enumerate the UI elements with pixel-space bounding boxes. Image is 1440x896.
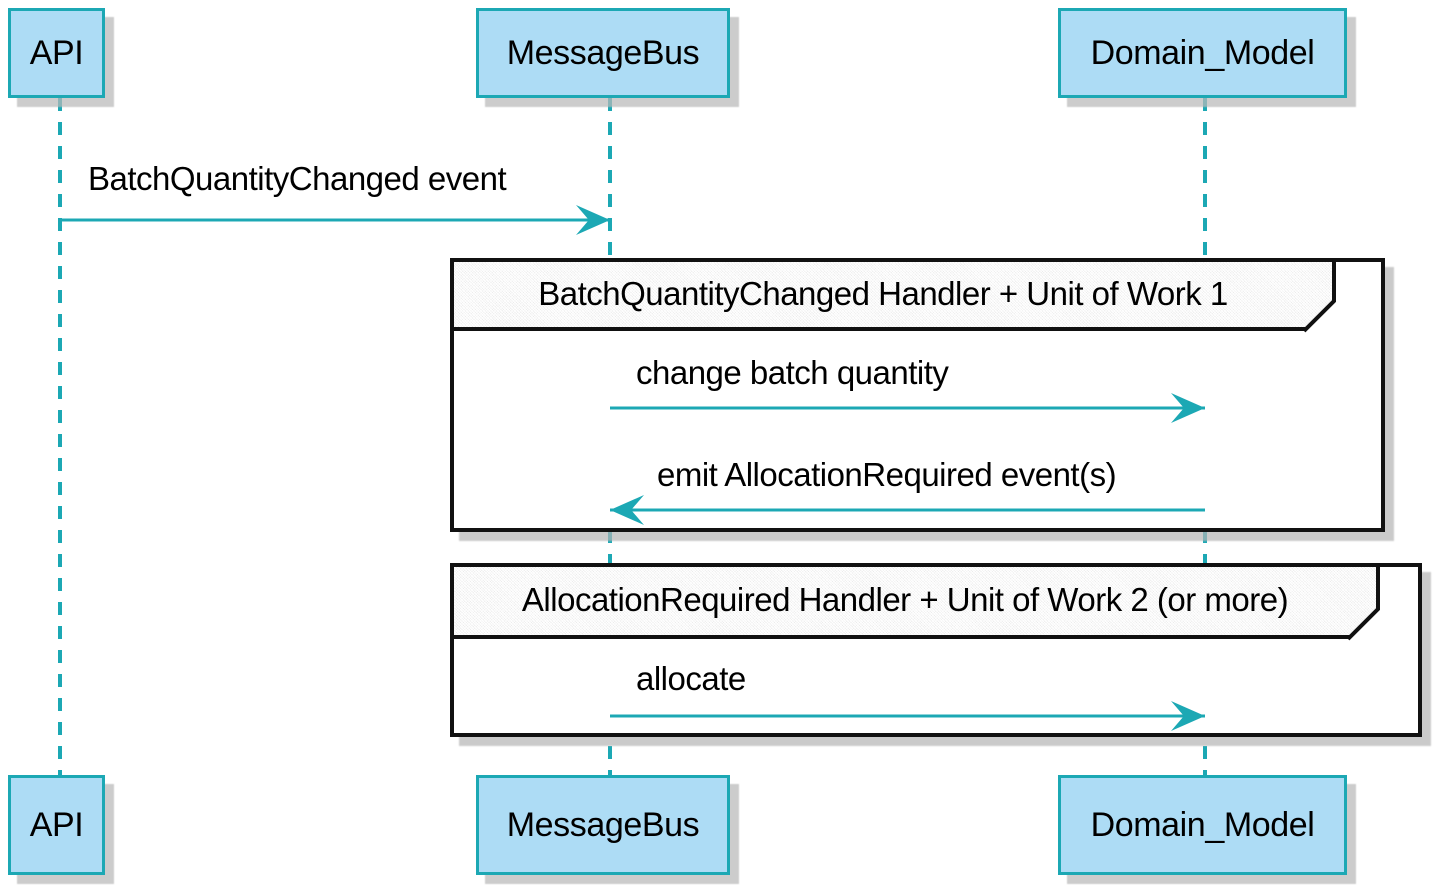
fragment-2-header: AllocationRequired Handler + Unit of Wor… bbox=[454, 567, 1378, 639]
participant-domain_model-bottom[interactable]: Domain_Model bbox=[1058, 775, 1347, 875]
msg-change-batch-quantity-label: change batch quantity bbox=[636, 354, 949, 391]
msg-batchquantitychanged-event bbox=[60, 205, 610, 235]
participant-domain_model-top[interactable]: Domain_Model bbox=[1058, 8, 1347, 98]
participant-label-api: API bbox=[29, 806, 84, 844]
msg-allocate-label: allocate bbox=[636, 660, 746, 697]
msg-emit-allocationrequired-events bbox=[610, 495, 1205, 525]
participant-messagebus-top[interactable]: MessageBus bbox=[476, 8, 730, 98]
participant-api-bottom[interactable]: API bbox=[8, 775, 105, 875]
participant-label-messagebus: MessageBus bbox=[506, 34, 700, 72]
participant-label-messagebus: MessageBus bbox=[506, 806, 700, 844]
sequence-diagram-canvas: BatchQuantityChanged Handler + Unit of W… bbox=[0, 0, 1440, 896]
participant-label-domain_model: Domain_Model bbox=[1090, 806, 1315, 844]
participant-label-domain_model: Domain_Model bbox=[1090, 34, 1315, 72]
fragment-1-label: BatchQuantityChanged Handler + Unit of W… bbox=[538, 274, 1228, 312]
msg-batchquantitychanged-event-label: BatchQuantityChanged event bbox=[88, 160, 507, 197]
participant-messagebus-bottom[interactable]: MessageBus bbox=[476, 775, 730, 875]
fragment-1-header: BatchQuantityChanged Handler + Unit of W… bbox=[454, 262, 1334, 331]
participant-label-api: API bbox=[29, 34, 84, 72]
fragment-2-label: AllocationRequired Handler + Unit of Wor… bbox=[521, 581, 1289, 618]
msg-change-batch-quantity bbox=[610, 393, 1205, 423]
msg-allocate bbox=[610, 701, 1205, 731]
msg-emit-allocationrequired-events-label: emit AllocationRequired event(s) bbox=[657, 456, 1117, 493]
participant-api-top[interactable]: API bbox=[8, 8, 105, 98]
